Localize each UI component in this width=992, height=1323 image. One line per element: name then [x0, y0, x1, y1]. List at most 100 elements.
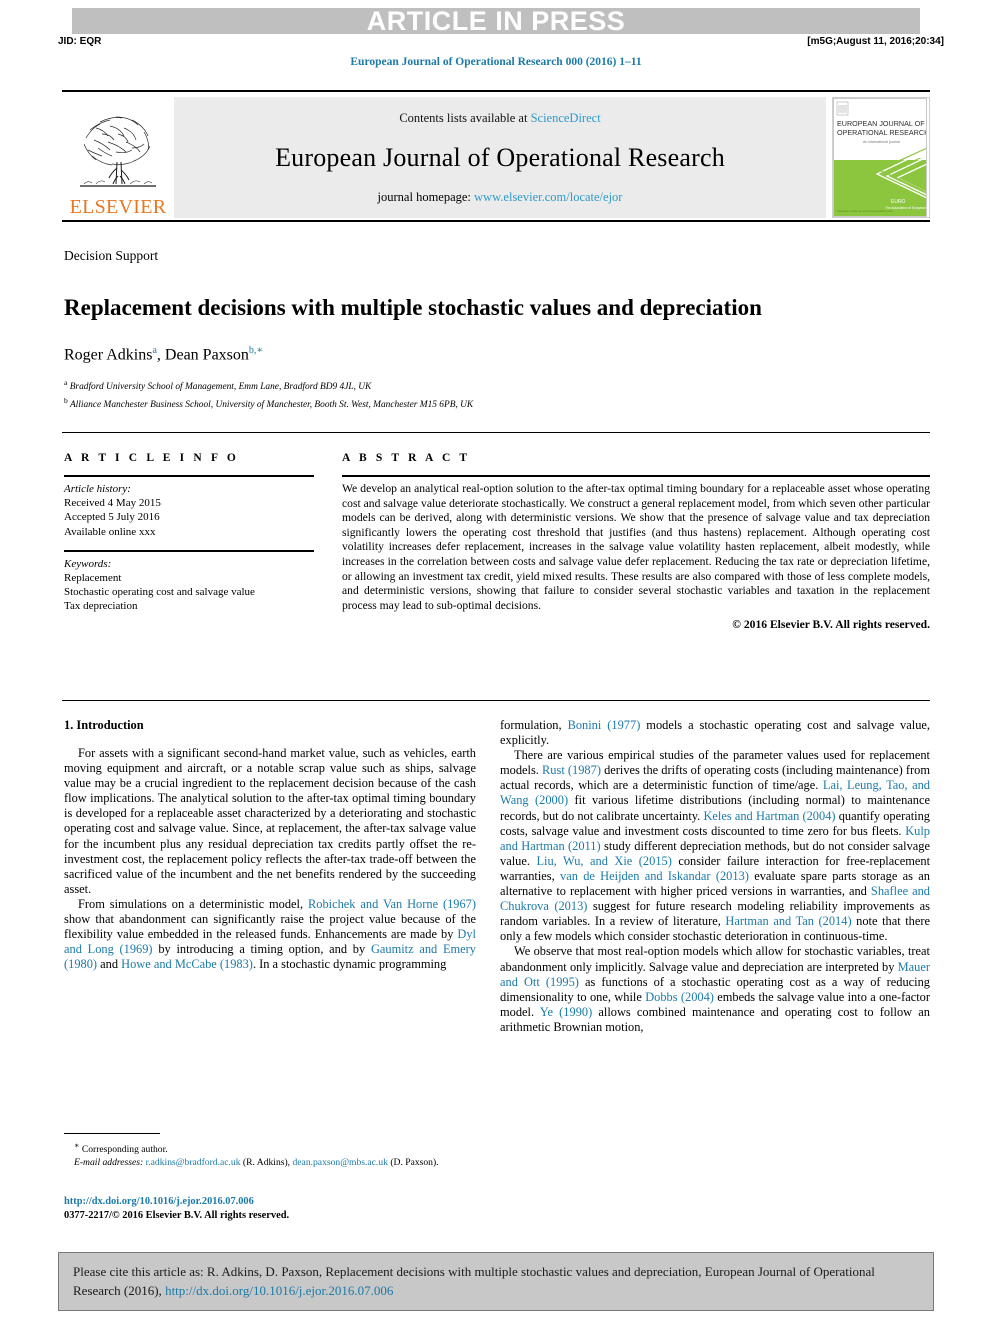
citation-link[interactable]: Robichek and Van Horne (1967)	[308, 897, 476, 911]
elsevier-wordmark: ELSEVIER	[69, 196, 167, 218]
footnote-block: ∗ Corresponding author. E-mail addresses…	[64, 1139, 484, 1169]
paragraph: There are various empirical studies of t…	[500, 748, 930, 944]
article-in-press-label: ARTICLE IN PRESS	[366, 6, 626, 36]
introduction-heading: 1. Introduction	[64, 718, 144, 732]
paragraph-text: formulation,	[500, 718, 568, 732]
sciencedirect-link[interactable]: ScienceDirect	[531, 111, 601, 125]
journal-title: European Journal of Operational Research	[275, 142, 725, 172]
corresponding-author-note: ∗ Corresponding author.	[64, 1139, 484, 1156]
article-info-rule	[64, 475, 314, 477]
author-1-name: Roger Adkins	[64, 346, 153, 364]
paragraph-text: We observe that most real-option models …	[500, 944, 930, 974]
citation-link[interactable]: Ye (1990)	[540, 1005, 592, 1019]
article-history-label: Article history:	[64, 483, 131, 495]
journal-masthead: ELSEVIER Contents lists available at Sci…	[62, 90, 930, 222]
elsevier-logo: ELSEVIER	[62, 95, 174, 220]
svg-text:Available online at www.scienc: Available online at www.sciencedirect.co…	[837, 209, 894, 213]
corresponding-author-text: Corresponding author.	[81, 1144, 168, 1156]
paragraph: formulation, Bonini (1977) models a stoc…	[500, 718, 930, 748]
received-date: Received 4 May 2015	[64, 497, 161, 510]
page-title: Replacement decisions with multiple stoc…	[64, 295, 762, 321]
contents-lists-line: Contents lists available at ScienceDirec…	[399, 111, 600, 126]
abstract-rule	[342, 475, 930, 477]
svg-text:EURO: EURO	[891, 199, 906, 205]
asterisk-icon: ∗	[74, 1141, 80, 1150]
paragraph: For assets with a significant second-han…	[64, 746, 476, 897]
issn-copyright-line: 0377-2217/© 2016 Elsevier B.V. All right…	[64, 1209, 290, 1221]
article-history-block: Article history: Received 4 May 2015 Acc…	[64, 482, 314, 539]
cite-doi-link[interactable]: http://dx.doi.org/10.1016/j.ejor.2016.07…	[165, 1283, 393, 1298]
typesetter-stamp: [m5G;August 11, 2016;20:34]	[807, 36, 944, 47]
affiliation-a-text: Bradford University School of Management…	[69, 382, 372, 393]
author-1-affiliation-mark: a	[152, 345, 157, 356]
available-online-date: Available online xxx	[64, 525, 156, 538]
article-info-heading: A R T I C L E I N F O	[64, 452, 239, 464]
svg-text:OPERATIONAL RESEARCH: OPERATIONAL RESEARCH	[837, 128, 927, 137]
author-2-affiliation-mark: b,∗	[248, 345, 264, 356]
paper-page: ARTICLE IN PRESS JID: EQR [m5G;August 11…	[0, 0, 992, 1323]
contents-prefix: Contents lists available at	[399, 110, 531, 125]
elsevier-tree-icon	[72, 104, 164, 196]
email-owner-paxson: (D. Paxson).	[390, 1157, 439, 1169]
affiliation-list: a Bradford University School of Manageme…	[64, 376, 804, 412]
paragraph-text: . In a stochastic dynamic programming	[252, 957, 447, 972]
copyright-line: © 2016 Elsevier B.V. All rights reserved…	[732, 618, 930, 632]
citation-link[interactable]: van de Heijden and Iskandar (2013)	[560, 869, 749, 883]
paragraph-text: show that abandonment can significantly …	[64, 912, 476, 942]
keyword-item: Replacement	[64, 572, 122, 585]
citation-link[interactable]: Keles and Hartman (2004)	[703, 809, 835, 823]
paragraph: We observe that most real-option models …	[500, 944, 930, 1035]
body-column-left: 1. Introduction For assets with a signif…	[64, 718, 476, 972]
body-column-right: formulation, Bonini (1977) models a stoc…	[500, 718, 930, 1035]
doi-block: http://dx.doi.org/10.1016/j.ejor.2016.07…	[64, 1195, 484, 1222]
email-label: E-mail addresses:	[74, 1157, 144, 1169]
masthead-center: Contents lists available at ScienceDirec…	[174, 97, 826, 218]
divider-below-abstract	[62, 700, 930, 701]
email-link-paxson[interactable]: dean.paxson@mbs.ac.uk	[293, 1157, 388, 1168]
citation-link[interactable]: Hartman and Tan (2014)	[725, 914, 851, 928]
svg-text:An international journal: An international journal	[863, 140, 900, 144]
journal-homepage-link[interactable]: www.elsevier.com/locate/ejor	[474, 190, 622, 204]
paragraph: From simulations on a deterministic mode…	[64, 897, 476, 972]
paragraph-text: by introducing a timing option, and by	[152, 942, 371, 957]
keywords-block: Keywords: Replacement Stochastic operati…	[64, 557, 314, 614]
svg-text:EUROPEAN JOURNAL OF: EUROPEAN JOURNAL OF	[837, 119, 925, 128]
keywords-label: Keywords:	[64, 557, 112, 570]
author-list: Roger Adkinsa, Dean Paxsonb,∗	[64, 345, 264, 364]
affiliation-b: b Alliance Manchester Business School, U…	[64, 394, 804, 412]
divider-above-abstract	[62, 432, 930, 433]
paragraph-text: and	[97, 957, 122, 972]
cite-this-article-box: Please cite this article as: R. Adkins, …	[58, 1252, 934, 1311]
journal-cover-thumbnail: EUROPEAN JOURNAL OF OPERATIONAL RESEARCH…	[832, 97, 930, 218]
affiliation-a-mark: a	[64, 378, 68, 387]
abstract-column: A B S T R A C T We develop an analytical…	[342, 452, 930, 631]
keyword-item: Tax depreciation	[64, 600, 138, 613]
journal-id-label: JID: EQR	[58, 36, 102, 47]
affiliation-a: a Bradford University School of Manageme…	[64, 376, 804, 394]
citation-link[interactable]: Bonini (1977)	[568, 718, 641, 732]
email-link-adkins[interactable]: r.adkins@bradford.ac.uk	[146, 1157, 241, 1168]
abstract-heading: A B S T R A C T	[342, 452, 471, 464]
email-owner-adkins: (R. Adkins),	[242, 1157, 291, 1169]
citation-link[interactable]: Liu, Wu, and Xie (2015)	[536, 854, 671, 868]
citation-link[interactable]: Howe and McCabe (1983)	[121, 957, 253, 971]
article-section-label: Decision Support	[64, 248, 159, 263]
abstract-text: We develop an analytical real-option sol…	[342, 482, 930, 612]
affiliation-b-text: Alliance Manchester Business School, Uni…	[69, 400, 474, 411]
keyword-item: Stochastic operating cost and salvage va…	[64, 586, 255, 599]
paragraph-text: From simulations on a deterministic mode…	[78, 896, 308, 911]
article-info-column: A R T I C L E I N F O Article history: R…	[64, 452, 314, 614]
cover-art: EUROPEAN JOURNAL OF OPERATIONAL RESEARCH…	[833, 98, 929, 217]
email-addresses-note: E-mail addresses: r.adkins@bradford.ac.u…	[64, 1156, 484, 1169]
accepted-date: Accepted 5 July 2016	[64, 511, 160, 524]
journal-reference-line: European Journal of Operational Research…	[350, 56, 642, 68]
citation-link[interactable]: Rust (1987)	[542, 763, 601, 777]
homepage-prefix: journal homepage:	[377, 189, 475, 204]
paragraph-text: For assets with a significant second-han…	[64, 746, 476, 896]
citation-link[interactable]: Dobbs (2004)	[645, 990, 714, 1004]
doi-link[interactable]: http://dx.doi.org/10.1016/j.ejor.2016.07…	[64, 1195, 484, 1209]
author-2-name: Dean Paxson	[164, 346, 249, 364]
keywords-rule	[64, 549, 314, 552]
journal-homepage-line: journal homepage: www.elsevier.com/locat…	[378, 190, 623, 205]
footnote-divider	[64, 1133, 160, 1134]
